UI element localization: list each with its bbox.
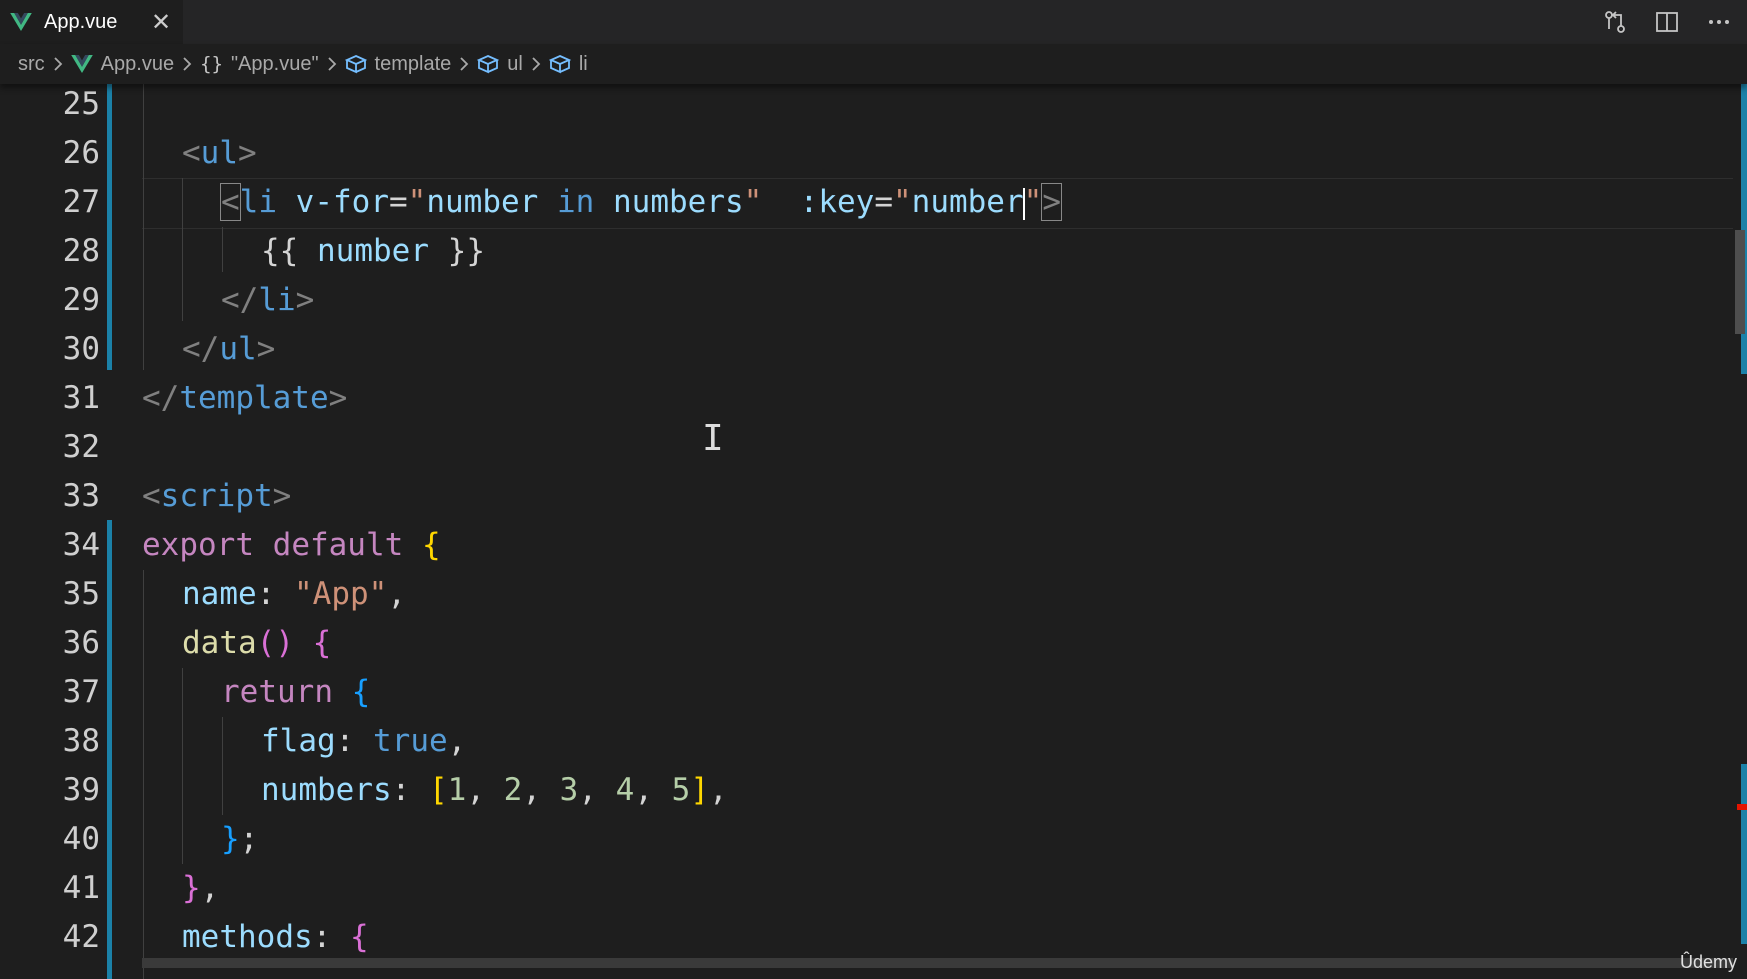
vue-icon <box>10 13 32 31</box>
code-line-41: }, <box>182 870 220 906</box>
code-line-27: <li v-for="number in numbers" :key="numb… <box>220 183 1062 221</box>
line-number: 30 <box>62 331 100 367</box>
code-line-39: numbers: [1, 2, 3, 4, 5], <box>261 772 728 808</box>
code-lines[interactable]: <ul> <li v-for="number in numbers" :key=… <box>142 84 1733 979</box>
code-line-28: {{ number }} <box>261 233 485 269</box>
chevron-right-icon <box>459 56 469 72</box>
tab-title: App.vue <box>44 10 118 33</box>
line-number: 35 <box>62 576 100 612</box>
line-number: 29 <box>62 282 100 318</box>
overview-ruler-mark <box>1741 764 1747 944</box>
code-editor[interactable]: 25 26 27 28 29 30 31 32 33 34 35 36 37 3… <box>0 84 1747 979</box>
code-line-29: </li> <box>221 282 315 318</box>
line-number: 31 <box>62 380 100 416</box>
scrollbar-thumb[interactable] <box>1735 230 1745 334</box>
chevron-right-icon <box>182 56 192 72</box>
line-number: 26 <box>62 135 100 171</box>
close-icon[interactable]: ✕ <box>148 9 174 35</box>
line-number: 39 <box>62 772 100 808</box>
line-number: 28 <box>62 233 100 269</box>
braces-icon: {} <box>200 53 223 75</box>
code-line-35: name: "App", <box>182 576 406 612</box>
breadcrumb-item-file[interactable]: App.vue <box>70 53 174 76</box>
symbol-cube-icon <box>477 54 500 74</box>
editor-tab-bar: App.vue ✕ <box>0 0 1747 44</box>
chevron-right-icon <box>531 56 541 72</box>
line-number: 33 <box>62 478 100 514</box>
compare-changes-icon[interactable] <box>1599 6 1631 38</box>
line-number: 41 <box>62 870 100 906</box>
code-line-38: flag: true, <box>261 723 467 759</box>
code-line-33: <script> <box>142 478 292 514</box>
symbol-cube-icon <box>344 54 367 74</box>
line-number: 38 <box>62 723 100 759</box>
breadcrumb-item-li[interactable]: li <box>548 53 588 76</box>
more-actions-icon[interactable] <box>1703 6 1735 38</box>
git-modified-indicator[interactable] <box>107 84 112 370</box>
line-number: 27 <box>62 184 100 220</box>
line-number: 32 <box>62 429 100 465</box>
code-line-31: </template> <box>142 380 348 416</box>
horizontal-scrollbar[interactable] <box>142 958 1733 968</box>
line-number: 34 <box>62 527 100 563</box>
code-line-36: data() { <box>182 625 332 661</box>
breadcrumb-item-src[interactable]: src <box>18 53 45 76</box>
editor-actions <box>1599 6 1735 38</box>
breadcrumb-item-module[interactable]: {} "App.vue" <box>200 53 318 76</box>
breadcrumb: src App.vue {} "App.vue" template ul li <box>0 44 1747 84</box>
line-number: 40 <box>62 821 100 857</box>
line-number: 42 <box>62 919 100 955</box>
code-line-40: }; <box>221 821 259 857</box>
tab-app-vue[interactable]: App.vue ✕ <box>0 0 183 44</box>
code-line-34: export default { <box>142 527 441 563</box>
vertical-scrollbar[interactable] <box>1733 84 1747 979</box>
code-line-26: <ul> <box>182 135 257 171</box>
code-line-37: return { <box>221 674 371 710</box>
breadcrumb-item-ul[interactable]: ul <box>477 53 523 76</box>
line-number: 36 <box>62 625 100 661</box>
vue-icon <box>70 55 93 73</box>
git-modified-indicator[interactable] <box>107 520 112 979</box>
line-number-gutter: 25 26 27 28 29 30 31 32 33 34 35 36 37 3… <box>0 84 112 979</box>
breadcrumb-item-template[interactable]: template <box>344 53 451 76</box>
udemy-watermark: Ûdemy <box>1679 952 1737 972</box>
line-number: 25 <box>62 86 100 122</box>
code-line-42: methods: { <box>182 919 369 955</box>
code-line-30: </ul> <box>182 331 276 367</box>
overview-ruler-mark <box>1737 804 1747 810</box>
line-number: 37 <box>62 674 100 710</box>
chevron-right-icon <box>53 56 63 72</box>
mouse-ibeam-cursor: I <box>702 418 724 459</box>
symbol-cube-icon <box>548 54 571 74</box>
split-editor-icon[interactable] <box>1651 6 1683 38</box>
chevron-right-icon <box>327 56 337 72</box>
